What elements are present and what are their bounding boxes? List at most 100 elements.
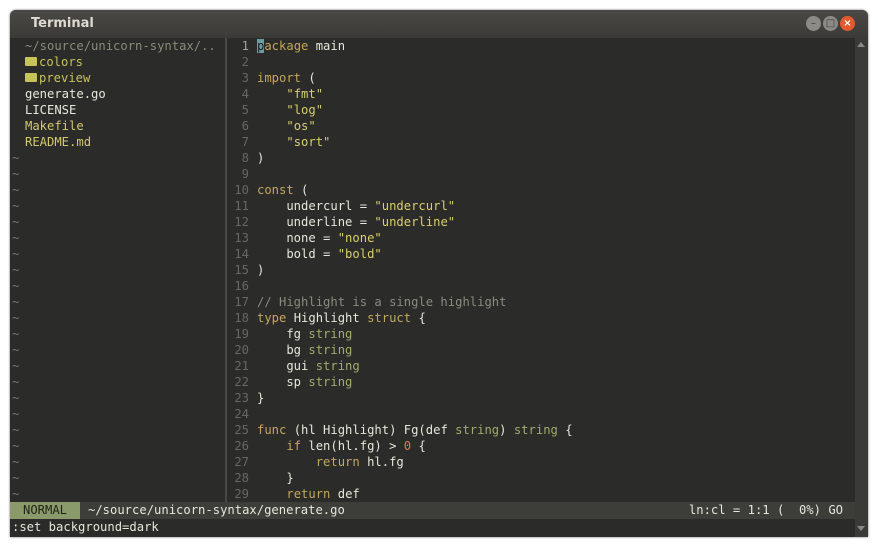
code-token: gui bbox=[257, 359, 316, 373]
code-line[interactable]: 28 } bbox=[227, 470, 855, 486]
code-line[interactable]: 19 fg string bbox=[227, 326, 855, 342]
window-title: Terminal bbox=[31, 16, 94, 31]
empty-line-marker: ~ bbox=[12, 375, 20, 389]
code-line[interactable]: 25 func (hl Highlight) Fg(def string) str… bbox=[227, 422, 855, 438]
maximize-icon[interactable]: □ bbox=[823, 16, 838, 31]
code-line[interactable]: 29 return def bbox=[227, 486, 855, 502]
code-token: "sort" bbox=[286, 135, 331, 149]
tree-folder-preview[interactable]: preview bbox=[10, 70, 225, 86]
code-line[interactable]: 6 "os" bbox=[227, 118, 855, 134]
code-token: return bbox=[315, 455, 360, 469]
code-token: // Highlight is a single highlight bbox=[257, 295, 507, 309]
tree-folder-colors[interactable]: colors bbox=[10, 54, 225, 70]
folder-icon bbox=[25, 73, 37, 82]
code-token: bold = bbox=[257, 247, 338, 261]
scroll-up-arrow-icon[interactable] bbox=[857, 42, 865, 47]
title-bar[interactable]: Terminal – □ × bbox=[10, 10, 868, 38]
line-number: 14 bbox=[234, 247, 249, 261]
code-token: ackage bbox=[264, 39, 309, 53]
status-line: NORMAL ~/source/unicorn-syntax/generate.… bbox=[10, 502, 855, 519]
code-line[interactable]: 7 "sort" bbox=[227, 134, 855, 150]
empty-line-marker: ~ bbox=[12, 391, 20, 405]
empty-line-marker: ~ bbox=[12, 231, 20, 245]
code-line[interactable]: 16 bbox=[227, 278, 855, 294]
code-token: bg bbox=[257, 343, 309, 357]
close-icon[interactable]: × bbox=[840, 16, 855, 31]
tree-folder-label: preview bbox=[39, 71, 91, 85]
line-number: 28 bbox=[234, 471, 249, 485]
code-line[interactable]: 14 bold = "bold" bbox=[227, 246, 855, 262]
code-token: none = bbox=[257, 231, 338, 245]
code-token: { bbox=[557, 423, 573, 437]
empty-line-marker: ~ bbox=[12, 183, 20, 197]
code-token: { bbox=[411, 311, 426, 325]
code-line[interactable]: 4 "fmt" bbox=[227, 86, 855, 102]
code-line[interactable]: 20 bg string bbox=[227, 342, 855, 358]
code-token: ) bbox=[257, 151, 265, 165]
code-token: const bbox=[257, 183, 294, 197]
code-line[interactable]: 23} bbox=[227, 390, 855, 406]
code-line[interactable]: 27 return hl.fg bbox=[227, 454, 855, 470]
code-token: string bbox=[455, 423, 500, 437]
file-tree-pane[interactable]: ~/source/unicorn-syntax/.. colors preview… bbox=[10, 38, 225, 502]
empty-line-marker: ~ bbox=[12, 263, 20, 277]
code-token: fg bbox=[257, 327, 309, 341]
vim-editor[interactable]: ~/source/unicorn-syntax/.. colors preview… bbox=[10, 38, 855, 537]
code-line[interactable]: 15) bbox=[227, 262, 855, 278]
code-line[interactable]: 26 if len(hl.fg) > 0 { bbox=[227, 438, 855, 454]
folder-icon bbox=[25, 57, 37, 66]
code-token: { bbox=[411, 439, 426, 453]
tree-file[interactable]: Makefile bbox=[10, 118, 225, 134]
code-token: ( bbox=[293, 183, 309, 197]
code-token: def bbox=[330, 487, 360, 501]
code-token: func bbox=[257, 423, 287, 437]
code-line[interactable]: 11 undercurl = "undercurl" bbox=[227, 198, 855, 214]
code-line[interactable]: 22 sp string bbox=[227, 374, 855, 390]
code-line[interactable]: 18 type Highlight struct { bbox=[227, 310, 855, 326]
scroll-down-arrow-icon[interactable] bbox=[857, 526, 865, 531]
line-number: 16 bbox=[234, 279, 249, 293]
line-number: 8 bbox=[241, 151, 249, 165]
command-line[interactable]: :set background=dark bbox=[12, 519, 159, 536]
code-line[interactable]: 1 package main bbox=[227, 38, 855, 54]
code-line[interactable]: 8) bbox=[227, 150, 855, 166]
code-line[interactable]: 5 "log" bbox=[227, 102, 855, 118]
code-line[interactable]: 17 // Highlight is a single highlight bbox=[227, 294, 855, 310]
tree-file[interactable]: LICENSE bbox=[10, 102, 225, 118]
code-line[interactable]: 2 bbox=[227, 54, 855, 70]
code-line[interactable]: 24 bbox=[227, 406, 855, 422]
code-line[interactable]: 13 none = "none" bbox=[227, 230, 855, 246]
code-line[interactable]: 21 gui string bbox=[227, 358, 855, 374]
line-number: 26 bbox=[234, 439, 249, 453]
code-token: "undercurl" bbox=[374, 199, 456, 213]
code-line[interactable]: 9 bbox=[227, 166, 855, 182]
scrollbar[interactable] bbox=[855, 38, 868, 537]
code-pane[interactable]: 1 package main 2 3 import (4 "fmt" 5 "log" 6 "… bbox=[227, 38, 855, 502]
line-number: 5 bbox=[241, 103, 249, 117]
code-line[interactable]: 12 underline = "underline" bbox=[227, 214, 855, 230]
tree-file[interactable]: generate.go bbox=[10, 86, 225, 102]
code-token: } bbox=[257, 391, 265, 405]
line-number: 11 bbox=[234, 199, 249, 213]
empty-line-marker: ~ bbox=[12, 407, 20, 421]
cursor-position: ln:cl = 1:1 ( 0%) GO bbox=[688, 503, 843, 517]
minimize-icon[interactable]: – bbox=[806, 16, 821, 31]
tree-root-path[interactable]: ~/source/unicorn-syntax/.. bbox=[10, 38, 225, 54]
code-token: "log" bbox=[286, 103, 324, 117]
code-token: hl.fg bbox=[359, 455, 404, 469]
code-token: struct bbox=[367, 311, 412, 325]
line-number: 19 bbox=[234, 327, 249, 341]
code-token: import bbox=[257, 71, 302, 85]
code-token: ) bbox=[499, 423, 514, 437]
code-line[interactable]: 10 const ( bbox=[227, 182, 855, 198]
code-token: "underline" bbox=[374, 215, 456, 229]
code-line[interactable]: 3 import ( bbox=[227, 70, 855, 86]
code-token: "fmt" bbox=[286, 87, 324, 101]
mode-indicator: NORMAL bbox=[10, 502, 80, 519]
tree-file[interactable]: README.md bbox=[10, 134, 225, 150]
line-number: 18 bbox=[234, 311, 249, 325]
empty-line-marker: ~ bbox=[12, 423, 20, 437]
